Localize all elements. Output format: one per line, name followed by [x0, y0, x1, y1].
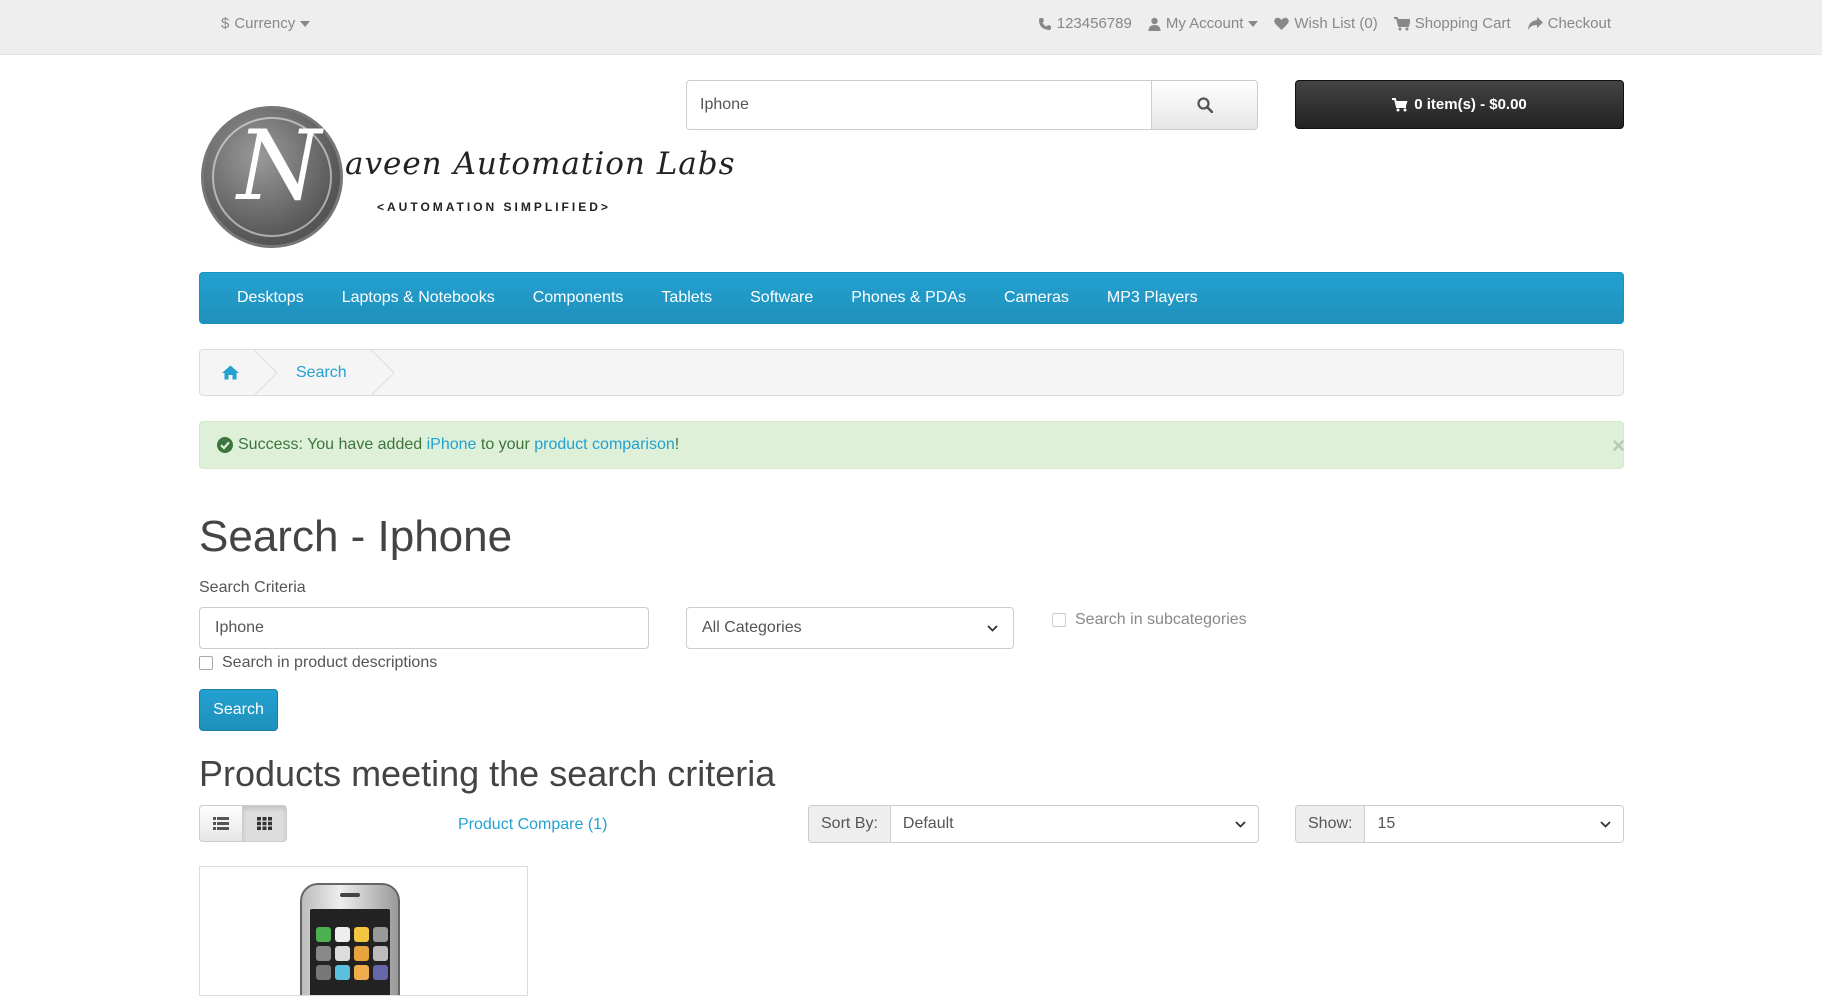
my-account-dropdown[interactable]: My Account: [1148, 15, 1259, 32]
breadcrumb: Search: [199, 349, 1624, 396]
alert-middle: to your: [476, 436, 535, 453]
show-label: Show:: [1295, 805, 1366, 843]
show-limit-value: 15: [1377, 815, 1396, 832]
product-card: [199, 866, 528, 996]
wish-list-label: Wish List (0): [1294, 15, 1378, 32]
chevron-down-icon: [1235, 820, 1246, 828]
phone-number: 123456789: [1056, 15, 1132, 32]
product-compare-link[interactable]: Product Compare (1): [458, 816, 607, 834]
subcategories-label: Search in subcategories: [1075, 611, 1247, 628]
chevron-down-icon: [1600, 820, 1611, 828]
phone-speaker: [340, 893, 360, 897]
cart-icon: [1392, 97, 1408, 112]
check-circle-icon: [217, 437, 233, 453]
breadcrumb-search[interactable]: Search: [260, 350, 377, 395]
subcategories-option: Search in subcategories: [1052, 611, 1247, 629]
search-icon: [1196, 97, 1213, 113]
checkout-link[interactable]: Checkout: [1527, 15, 1611, 32]
logo-initial: N: [237, 110, 321, 222]
menu-item-components[interactable]: Components: [514, 272, 643, 324]
main-menu: Desktops Laptops & Notebooks Components …: [199, 272, 1624, 324]
cart-button-label: 0 item(s) - $0.00: [1414, 96, 1527, 113]
chevron-down-icon: [987, 624, 998, 632]
alert-close-button[interactable]: ×: [1612, 433, 1625, 459]
search-button[interactable]: Search: [199, 689, 278, 731]
caret-down-icon: [1248, 20, 1259, 27]
checkout-label: Checkout: [1547, 15, 1611, 32]
sort-by-value: Default: [902, 815, 954, 832]
menu-item-desktops[interactable]: Desktops: [218, 272, 323, 324]
list-icon: [213, 817, 229, 830]
site-logo[interactable]: N aveen Automation Labs <AUTOMATION SIMP…: [199, 104, 735, 250]
menu-item-tablets[interactable]: Tablets: [642, 272, 731, 324]
product-image-iphone[interactable]: [300, 883, 400, 995]
category-select[interactable]: All Categories: [686, 607, 1014, 649]
sort-by-label: Sort By:: [808, 805, 891, 843]
alert-message: Success: You have added iPhone to your p…: [238, 436, 679, 454]
alert-product-link[interactable]: iPhone: [427, 436, 477, 453]
menu-item-mp3-players[interactable]: MP3 Players: [1088, 272, 1217, 324]
currency-label: Currency: [234, 15, 296, 32]
grid-view-button[interactable]: [243, 805, 287, 842]
menu-item-phones-pdas[interactable]: Phones & PDAs: [832, 272, 985, 324]
cart-button[interactable]: 0 item(s) - $0.00: [1295, 80, 1624, 129]
menu-item-software[interactable]: Software: [731, 272, 832, 324]
app-icons: [316, 927, 388, 980]
results-heading: Products meeting the search criteria: [199, 753, 776, 794]
alert-prefix: Success: You have added: [238, 436, 427, 453]
descriptions-checkbox[interactable]: [199, 656, 213, 670]
list-view-button[interactable]: [199, 805, 243, 842]
shopping-cart-label: Shopping Cart: [1414, 15, 1511, 32]
grid-icon: [257, 817, 272, 830]
shopping-cart-link[interactable]: Shopping Cart: [1393, 15, 1511, 32]
sort-by-select[interactable]: Default: [890, 805, 1259, 843]
share-icon: [1527, 16, 1543, 31]
sort-by-group: Sort By: Default: [808, 805, 1259, 843]
heart-icon: [1274, 17, 1290, 31]
search-criteria-input[interactable]: [199, 607, 649, 649]
header-search-button[interactable]: [1152, 80, 1258, 130]
home-icon: [221, 365, 239, 380]
breadcrumb-home[interactable]: [200, 350, 260, 395]
phone-screen: [310, 909, 390, 995]
alert-suffix: !: [674, 436, 680, 453]
menu-item-cameras[interactable]: Cameras: [985, 272, 1088, 324]
top-bar: $ Currency 123456789 My Account Wish Lis…: [0, 0, 1822, 55]
my-account-label: My Account: [1165, 15, 1244, 32]
user-icon: [1148, 17, 1161, 31]
alert-comparison-link[interactable]: product comparison: [534, 436, 675, 453]
logo-tagline: <AUTOMATION SIMPLIFIED>: [377, 200, 611, 214]
menu-item-laptops-notebooks[interactable]: Laptops & Notebooks: [323, 272, 514, 324]
show-limit-select[interactable]: 15: [1365, 805, 1624, 843]
currency-dropdown[interactable]: $ Currency: [221, 15, 311, 32]
show-limit-group: Show: 15: [1295, 805, 1624, 843]
search-criteria-label: Search Criteria: [199, 579, 306, 596]
logo-text: aveen Automation Labs: [345, 146, 736, 182]
success-alert: Success: You have added iPhone to your p…: [199, 421, 1625, 469]
subcategories-checkbox[interactable]: [1052, 613, 1066, 627]
dollar-icon: $: [221, 15, 230, 32]
phone-icon: [1038, 17, 1052, 31]
header-search-input[interactable]: [686, 80, 1152, 130]
phone-link[interactable]: 123456789: [1038, 15, 1132, 32]
descriptions-option: Search in product descriptions: [199, 654, 437, 672]
descriptions-label: Search in product descriptions: [222, 654, 438, 671]
page-title: Search - Iphone: [199, 512, 513, 561]
wish-list-link[interactable]: Wish List (0): [1274, 15, 1378, 32]
view-toggle: [199, 805, 287, 842]
cart-icon: [1393, 16, 1410, 31]
caret-down-icon: [300, 20, 311, 27]
category-selected: All Categories: [702, 619, 802, 636]
header-search: [686, 80, 1258, 130]
